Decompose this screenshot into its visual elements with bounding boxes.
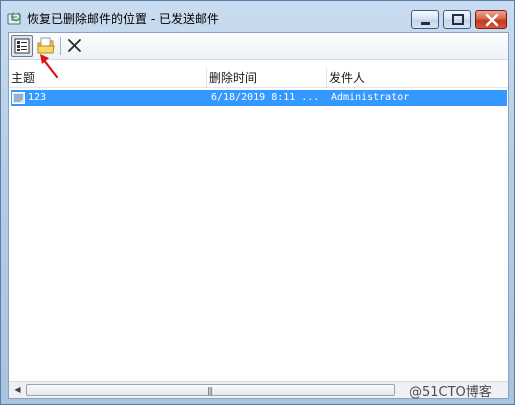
table-row[interactable]: 123 6/18/2019 8:11 ... Administrator [11, 90, 507, 106]
purge-button[interactable] [64, 35, 86, 57]
delete-x-icon [68, 39, 81, 52]
toolbar [9, 33, 508, 60]
scroll-left-arrow-icon[interactable]: ◀ [9, 382, 26, 398]
cell-sender: Administrator [331, 92, 410, 103]
scrollbar-thumb[interactable]: ||| [26, 384, 395, 396]
cell-subject: 123 [28, 92, 47, 103]
red-arrow-annotation [40, 54, 59, 79]
column-header-deleted-time[interactable]: 删除时间 [207, 68, 327, 88]
recover-items-icon [7, 12, 21, 25]
dialog-content: 主题 删除时间 发件人 123 6/18/2019 8:11 ... Admin… [8, 32, 509, 399]
column-header-sender[interactable]: 发件人 [327, 68, 508, 88]
close-button[interactable] [475, 10, 507, 29]
minimize-icon [421, 22, 430, 25]
scrollbar-grip-icon: ||| [207, 386, 213, 395]
restore-deleted-items-window: 恢复已删除邮件的位置 - 已发送邮件 主题 删除时间 发件人 123 6/18/… [0, 0, 515, 405]
maximize-button[interactable] [443, 10, 471, 29]
cell-deleted-time: 6/18/2019 8:11 ... [211, 92, 320, 103]
column-header-row: 主题 删除时间 发件人 [9, 68, 508, 88]
window-title: 恢复已删除邮件的位置 - 已发送邮件 [27, 12, 219, 26]
list-view-icon [14, 38, 30, 54]
maximize-icon [452, 14, 464, 25]
list-view-button[interactable] [11, 35, 33, 57]
title-bar[interactable]: 恢复已删除邮件的位置 - 已发送邮件 [1, 1, 514, 33]
close-icon [485, 13, 499, 27]
minimize-button[interactable] [411, 10, 439, 29]
mail-item-icon [12, 92, 25, 104]
watermark: @51CTO博客 [409, 385, 492, 400]
